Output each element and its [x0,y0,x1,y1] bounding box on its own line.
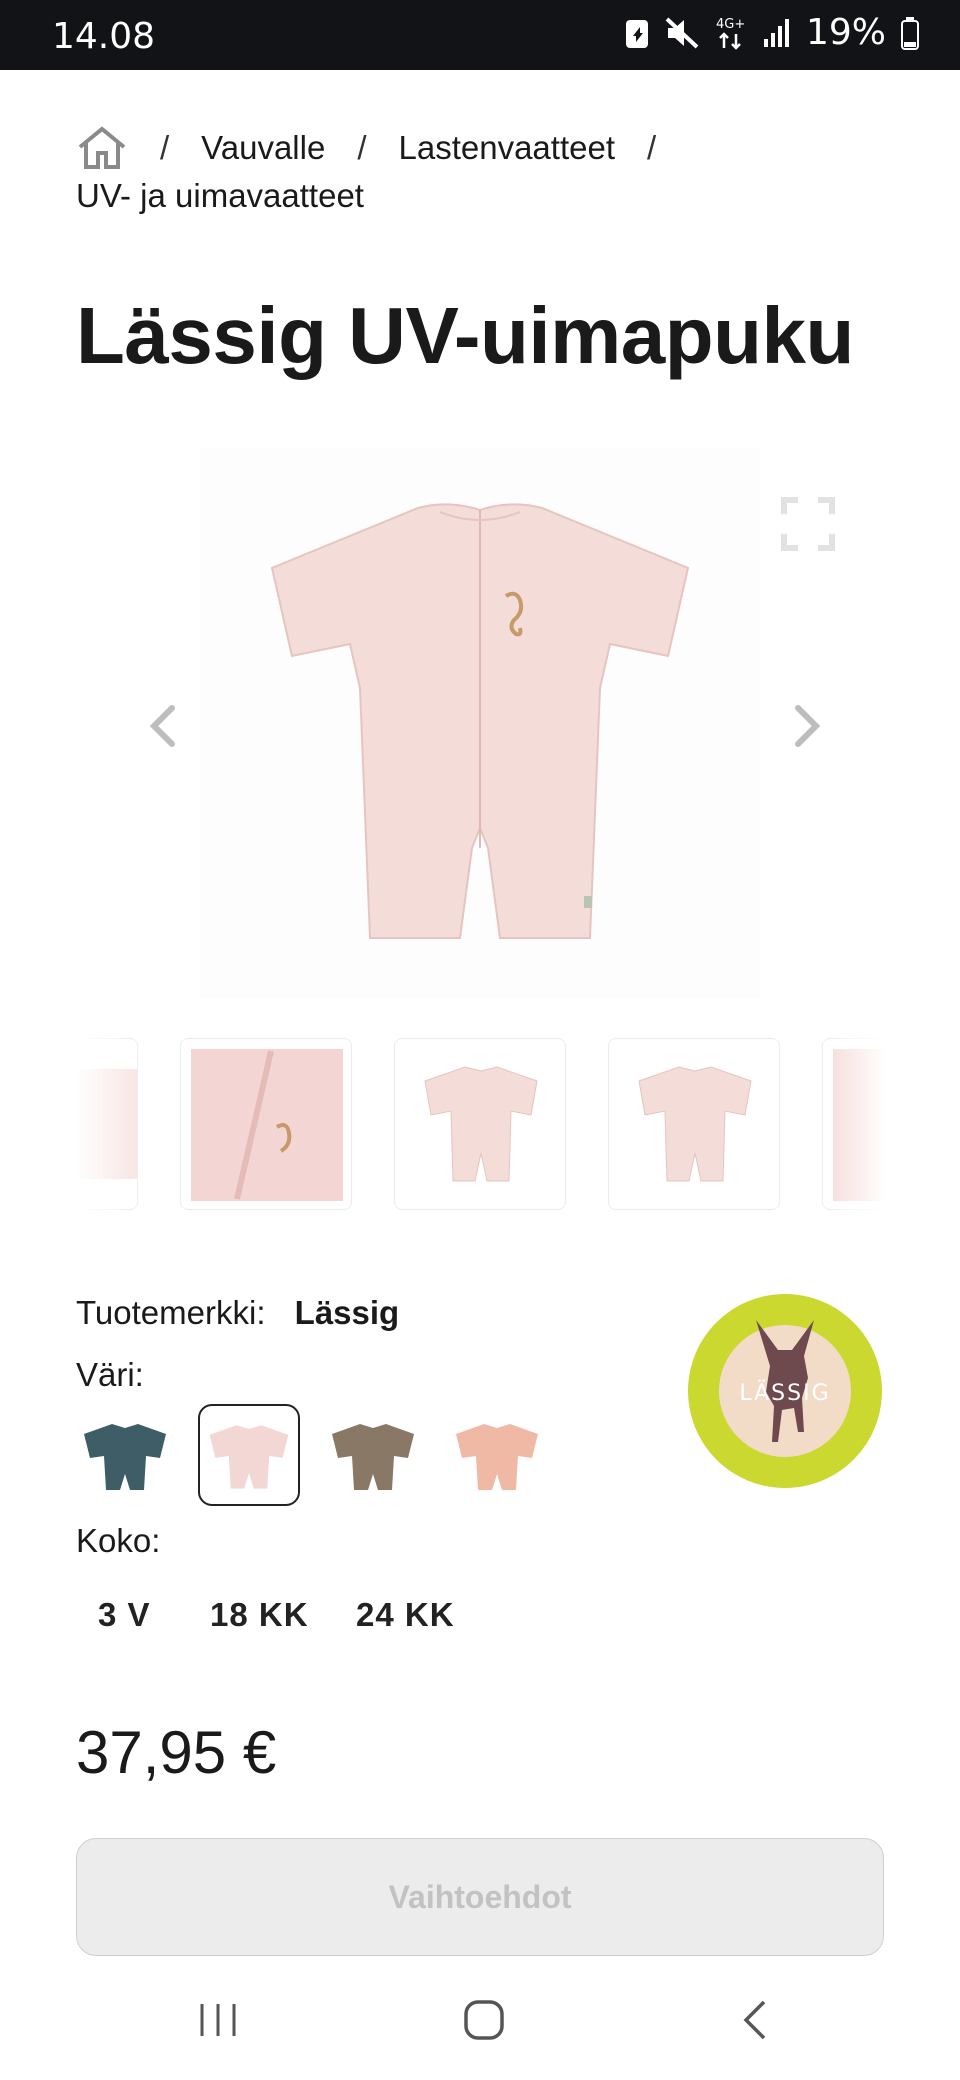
mute-icon [665,17,699,48]
battery-saver-icon [625,19,648,48]
home-button-icon[interactable] [462,1998,506,2042]
breadcrumb-uv-uimavaatteet[interactable]: UV- ja uimavaatteet [76,172,896,220]
chevron-left-icon[interactable] [138,696,188,756]
product-price: 37,95 € [76,1719,277,1786]
color-swatch-peach[interactable] [446,1404,548,1506]
product-main-image[interactable] [200,448,760,998]
page-title: Lässig UV-uimapuku [76,291,854,380]
color-swatch-light-pink[interactable] [198,1404,300,1506]
breadcrumb-separator: / [357,129,367,166]
battery-icon [901,16,919,50]
size-option-24kk[interactable]: 24 KK [356,1596,455,1634]
status-icons: 4G+ 19% [624,12,920,53]
brand-label: Tuotemerkki: [76,1294,266,1331]
size-label: Koko: [76,1522,161,1559]
network-4g-icon: 4G+ [716,17,745,50]
breadcrumb-separator: / [646,129,657,166]
breadcrumb-lastenvaatteet[interactable]: Lastenvaatteet [398,124,615,172]
breadcrumb: / Vauvalle / Lastenvaatteet / UV- ja uim… [76,124,896,220]
thumbnail-back[interactable] [608,1038,780,1210]
thumbnail-front[interactable] [394,1038,566,1210]
svg-text:LÄSSIG: LÄSSIG [739,1380,830,1406]
back-icon[interactable] [734,1998,778,2042]
status-bar: 14.08 4G+ 19% [0,0,960,70]
color-swatch-olive-brown[interactable] [322,1404,424,1506]
svg-text:4G+: 4G+ [716,17,745,32]
recent-apps-icon[interactable] [196,1998,240,2042]
breadcrumb-vauvalle[interactable]: Vauvalle [201,124,325,172]
breadcrumb-separator: / [160,129,170,166]
color-swatch-petrol[interactable] [74,1404,176,1506]
system-nav-bar [0,1960,960,2080]
home-icon[interactable] [76,125,128,171]
battery-percent: 19% [805,12,886,53]
options-button[interactable]: Vaihtoehdot [76,1838,884,1956]
chevron-right-icon[interactable] [782,696,832,756]
brand-value[interactable]: Lässig [295,1294,400,1331]
brand-logo[interactable]: LÄSSIG [686,1292,884,1490]
size-option-3v[interactable]: 3 V [98,1596,151,1634]
brand-row: Tuotemerkki: Lässig [76,1294,399,1332]
status-time: 14.08 [52,16,156,57]
fullscreen-icon[interactable] [780,496,836,552]
color-label: Väri: [76,1356,144,1393]
thumbnail-strip [76,1038,886,1212]
size-option-18kk[interactable]: 18 KK [210,1596,309,1634]
signal-icon [763,18,789,47]
thumbnail-zipper-detail[interactable] [180,1038,352,1210]
